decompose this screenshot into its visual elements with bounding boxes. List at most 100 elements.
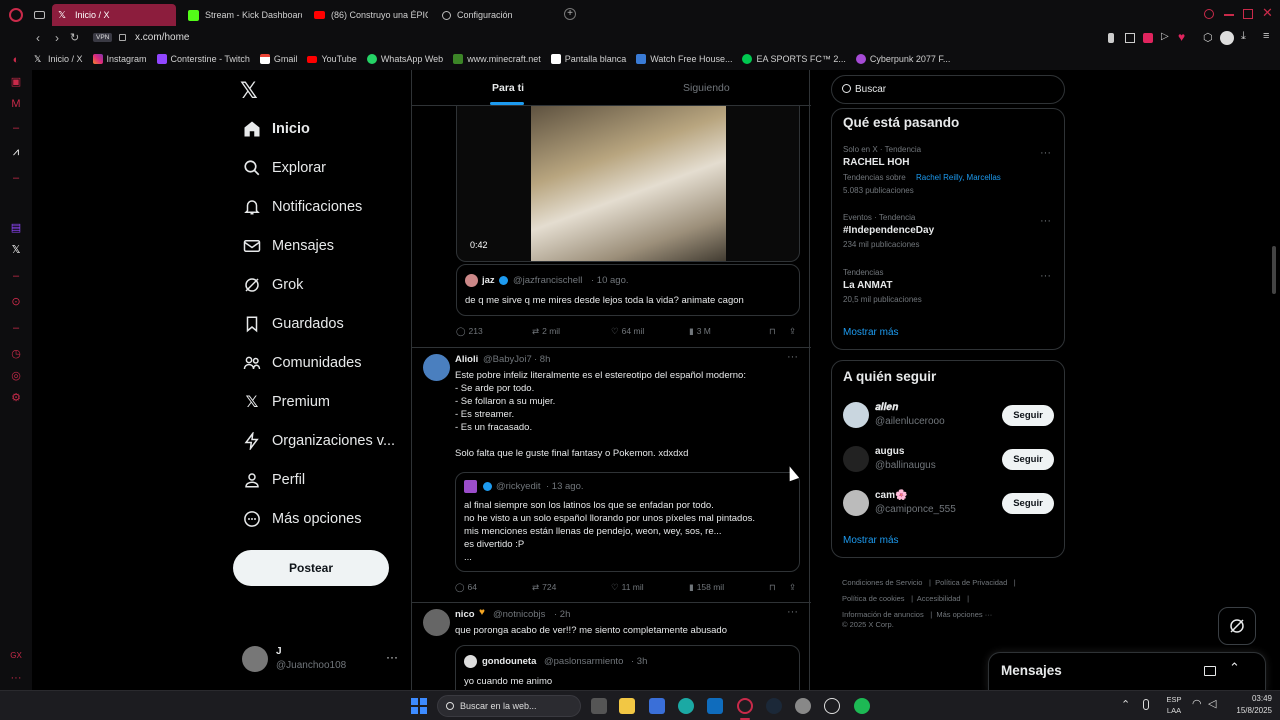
more-dots-icon[interactable]: ··· <box>1040 215 1051 227</box>
bookmark-watch-house[interactable]: Watch Free House... <box>636 54 732 64</box>
more-dots-icon[interactable]: ··· <box>386 650 398 664</box>
nav-mensajes[interactable]: Mensajes <box>242 236 334 256</box>
expand-icon[interactable]: ⌃ <box>1229 660 1240 676</box>
grok-floating-button[interactable] <box>1218 607 1256 645</box>
post-button[interactable]: Postear <box>233 550 389 586</box>
tab-siguiendo[interactable]: Siguiendo <box>683 82 730 94</box>
footer-more-link[interactable]: Más opciones ··· <box>936 610 992 619</box>
avatar[interactable] <box>423 609 450 636</box>
menu-icon[interactable]: ≡ <box>1263 30 1269 42</box>
more-dots-icon[interactable]: ··· <box>1040 270 1051 282</box>
messages-drawer[interactable]: Mensajes ⌃ <box>988 652 1266 690</box>
new-message-icon[interactable] <box>1204 666 1216 676</box>
edge-icon[interactable] <box>678 698 694 714</box>
microphone-icon[interactable] <box>1143 699 1149 710</box>
back-icon[interactable]: ‹ <box>36 31 40 45</box>
bookmark-inicio-x[interactable]: 𝕏 Inicio / X <box>34 54 83 64</box>
maximize-window-button[interactable] <box>1243 9 1253 19</box>
share-icon[interactable]: ⇪ <box>789 582 796 593</box>
kick-icon[interactable]: ⩘ <box>10 146 22 158</box>
post-handle[interactable]: @notnicobjs <box>493 609 545 620</box>
follow-suggestion[interactable]: 𝒂𝒊𝒍𝒆𝒏 @ailenlucerooo Seguir <box>832 399 1064 433</box>
nav-notificaciones[interactable]: Notificaciones <box>242 197 362 217</box>
snapshot-icon[interactable] <box>1125 33 1135 43</box>
settings-icon[interactable] <box>795 698 811 714</box>
twitch-icon[interactable]: ▤ <box>10 222 22 234</box>
tab-youtube-video[interactable]: (86) Construyo una ÉPICA <box>308 4 428 26</box>
tab-para-ti[interactable]: Para ti <box>492 82 524 94</box>
bookmark-minecraft[interactable]: www.minecraft.net <box>453 54 541 64</box>
nav-comunidades[interactable]: Comunidades <box>242 353 361 373</box>
nav-grok[interactable]: Grok <box>242 275 303 295</box>
store-icon[interactable] <box>649 698 665 714</box>
download-icon[interactable]: ⤓ <box>1241 30 1246 43</box>
extension-icon[interactable]: ⬡ <box>1203 31 1213 44</box>
gmail-icon[interactable]: M <box>10 98 22 110</box>
nav-premium[interactable]: 𝕏 Premium <box>242 392 330 412</box>
nav-perfil[interactable]: Perfil <box>242 470 305 490</box>
panda-avatar-icon[interactable] <box>1220 31 1234 45</box>
tab-kick-dashboard[interactable]: Stream - Kick Dashboard <box>182 4 302 26</box>
trend-related-link[interactable]: Rachel Reilly, Marcellas <box>916 173 1001 182</box>
bookmark-icon[interactable]: ⊓ <box>769 326 776 337</box>
more-dots-icon[interactable]: ··· <box>787 351 798 363</box>
post[interactable]: nico ♥ @notnicobjs · 2h ··· que poronga … <box>412 603 811 690</box>
history-icon[interactable]: ◷ <box>10 348 22 360</box>
bookmark-instagram[interactable]: Instagram <box>92 54 147 64</box>
reply-button[interactable]: ◯ 213 <box>456 326 483 337</box>
lang-indicator[interactable]: ESP LAA <box>1164 695 1184 715</box>
quoted-post[interactable]: gondouneta @paslonsarmiento · 3h yo cuan… <box>455 645 800 690</box>
vpn-badge[interactable]: VPN <box>93 33 113 42</box>
repost-button[interactable]: ⇄ 724 <box>532 582 556 593</box>
nav-mas-opciones[interactable]: Más opciones <box>242 509 361 529</box>
nav-organizaciones[interactable]: Organizaciones v... <box>242 431 395 451</box>
bookmark-whatsapp[interactable]: WhatsApp Web <box>366 54 443 64</box>
pocket-icon[interactable] <box>1143 33 1153 43</box>
bookmark-youtube[interactable]: YouTube <box>307 54 357 64</box>
follow-suggestion[interactable]: cam🌸 @camiponce_555 Seguir <box>832 487 1064 521</box>
quoted-post[interactable]: @rickyedit · 13 ago. al final siempre so… <box>455 472 800 572</box>
like-button[interactable]: ♡ 11 mil <box>611 582 644 593</box>
bookmark-twitch[interactable]: Conterstine - Twitch <box>156 54 250 64</box>
volume-icon[interactable]: ◁ <box>1208 697 1216 710</box>
footer-cookies-link[interactable]: Política de cookies <box>842 594 905 603</box>
chevron-up-icon[interactable]: ⌃ <box>1121 698 1130 711</box>
show-more-link[interactable]: Mostrar más <box>843 327 899 338</box>
follow-button[interactable]: Seguir <box>1002 405 1054 426</box>
task-view-icon[interactable] <box>591 698 607 714</box>
chatgpt-icon[interactable] <box>824 698 840 714</box>
account-switcher[interactable]: J @Juanchoo108 ··· <box>240 644 400 674</box>
spotify-icon[interactable] <box>854 698 870 714</box>
bookmark-ea-sports[interactable]: EA SPORTS FC™ 2... <box>742 54 846 64</box>
footer-accessibility-link[interactable]: Accesibilidad <box>917 594 961 603</box>
bookmark-cyberpunk[interactable]: Cyberpunk 2077 F... <box>855 54 950 64</box>
opera-gx-icon[interactable] <box>737 698 753 714</box>
settings-icon[interactable]: ⚙ <box>10 392 22 404</box>
reload-icon[interactable]: ↻ <box>70 31 79 44</box>
player-icon[interactable]: ⊙ <box>10 296 22 308</box>
search-tabs-icon[interactable] <box>1204 9 1214 19</box>
file-explorer-icon[interactable] <box>619 698 635 714</box>
trend-item[interactable]: Tendencias La ANMAT 20,5 mil publicacion… <box>832 266 1064 310</box>
quoted-post[interactable]: jaz @jazfrancischell · 10 ago. de q me s… <box>456 264 800 316</box>
footer-terms-link[interactable]: Condiciones de Servicio <box>842 578 922 587</box>
nav-guardados[interactable]: Guardados <box>242 314 344 334</box>
nav-inicio[interactable]: Inicio <box>242 119 310 139</box>
tab-switcher-icon[interactable] <box>34 11 45 19</box>
nav-explorar[interactable]: Explorar <box>242 158 326 178</box>
follow-suggestion[interactable]: augus @ballinaugus Seguir <box>832 443 1064 477</box>
follow-button[interactable]: Seguir <box>1002 449 1054 470</box>
bookmark-gmail[interactable]: Gmail <box>259 54 297 64</box>
pin-icon[interactable] <box>1108 33 1114 43</box>
windows-start-icon[interactable] <box>411 698 427 714</box>
show-more-link[interactable]: Mostrar más <box>843 535 899 546</box>
post-video[interactable]: 0:42 <box>456 106 800 262</box>
post-handle[interactable]: @BabyJoi7 <box>483 354 532 365</box>
opera-logo-icon[interactable] <box>9 8 23 22</box>
clock[interactable]: 03:49 15/8/2025 <box>1226 694 1272 715</box>
views-button[interactable]: ▮ 3 M <box>689 326 711 337</box>
x-logo-icon[interactable]: 𝕏 <box>10 244 22 256</box>
new-tab-button[interactable]: + <box>564 8 576 20</box>
aria-icon[interactable]: ◐ <box>10 54 22 66</box>
more-dots-icon[interactable]: ··· <box>787 606 798 618</box>
